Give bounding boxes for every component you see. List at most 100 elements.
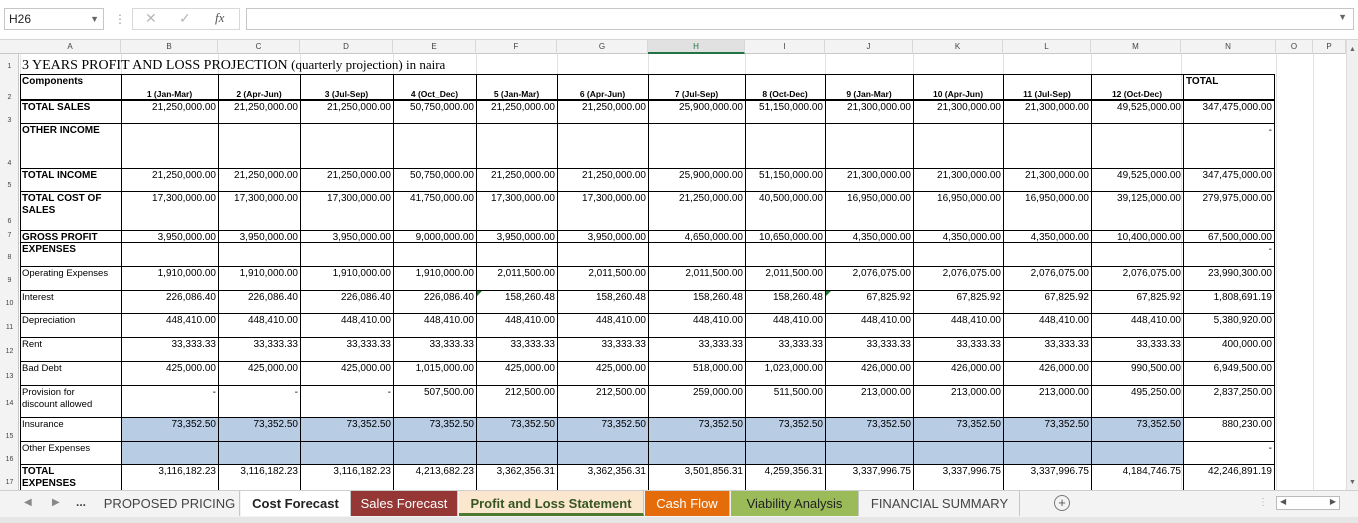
value-cell[interactable]: 511,500.00 <box>745 387 825 399</box>
name-box[interactable]: H26 ▼ <box>4 8 104 30</box>
value-cell[interactable]: 158,260.48 <box>476 292 557 304</box>
value-cell[interactable]: 40,500,000.00 <box>745 193 825 205</box>
value-cell[interactable]: 21,300,000.00 <box>1003 102 1091 114</box>
value-cell[interactable]: 158,260.48 <box>648 292 745 304</box>
value-cell[interactable]: 213,000.00 <box>825 387 913 399</box>
value-cell[interactable]: 226,086.40 <box>121 292 218 304</box>
value-cell[interactable]: 4,184,746.75 <box>1091 466 1183 478</box>
row-header-15[interactable]: 15 <box>0 433 19 440</box>
value-cell[interactable]: 426,000.00 <box>1003 363 1091 375</box>
value-cell[interactable]: 448,410.00 <box>476 315 557 327</box>
value-cell[interactable]: 448,410.00 <box>218 315 300 327</box>
value-cell[interactable]: 226,086.40 <box>218 292 300 304</box>
column-header-o[interactable]: O <box>1276 40 1313 54</box>
value-cell[interactable]: 16,950,000.00 <box>825 193 913 205</box>
value-cell[interactable]: 3,337,996.75 <box>913 466 1003 478</box>
value-cell[interactable]: 73,352.50 <box>1091 419 1183 431</box>
row-header-4[interactable]: 4 <box>0 160 19 167</box>
column-header-j[interactable]: J <box>825 40 913 54</box>
value-cell[interactable]: 21,250,000.00 <box>218 170 300 182</box>
value-cell[interactable]: 2,011,500.00 <box>557 268 648 280</box>
value-cell[interactable]: 1,023,000.00 <box>745 363 825 375</box>
value-cell[interactable]: 33,333.33 <box>218 339 300 351</box>
value-cell[interactable]: 259,000.00 <box>648 387 745 399</box>
value-cell[interactable]: 4,213,682.23 <box>393 466 476 478</box>
column-header-l[interactable]: L <box>1003 40 1091 54</box>
value-cell[interactable]: - <box>218 387 300 399</box>
column-header-k[interactable]: K <box>913 40 1003 54</box>
tab-sales-forecast[interactable]: Sales Forecast <box>351 491 458 516</box>
row-header-1[interactable]: 1 <box>0 63 19 70</box>
value-cell[interactable]: 3,337,996.75 <box>1003 466 1091 478</box>
row-header-8[interactable]: 8 <box>0 254 19 261</box>
row-header-11[interactable]: 11 <box>0 324 19 331</box>
column-header-n[interactable]: N <box>1181 40 1276 54</box>
value-cell[interactable]: 39,125,000.00 <box>1091 193 1183 205</box>
value-cell[interactable]: 33,333.33 <box>913 339 1003 351</box>
value-cell[interactable]: 21,300,000.00 <box>825 170 913 182</box>
value-cell[interactable]: 21,250,000.00 <box>300 102 393 114</box>
value-cell[interactable]: 73,352.50 <box>745 419 825 431</box>
value-cell[interactable]: 3,116,182.23 <box>218 466 300 478</box>
total-cell[interactable]: 880,230.00 <box>1183 419 1274 431</box>
row-header-10[interactable]: 10 <box>0 300 19 307</box>
value-cell[interactable]: 73,352.50 <box>300 419 393 431</box>
total-cell[interactable]: - <box>1183 244 1274 256</box>
value-cell[interactable]: 448,410.00 <box>825 315 913 327</box>
column-header-g[interactable]: G <box>557 40 648 54</box>
value-cell[interactable]: 17,300,000.00 <box>557 193 648 205</box>
value-cell[interactable]: 73,352.50 <box>913 419 1003 431</box>
column-header-e[interactable]: E <box>393 40 476 54</box>
value-cell[interactable]: 21,300,000.00 <box>913 170 1003 182</box>
total-cell[interactable]: 6,949,500.00 <box>1183 363 1274 375</box>
value-cell[interactable]: 33,333.33 <box>648 339 745 351</box>
value-cell[interactable]: 21,250,000.00 <box>648 193 745 205</box>
value-cell[interactable]: 73,352.50 <box>476 419 557 431</box>
value-cell[interactable]: 25,900,000.00 <box>648 170 745 182</box>
row-header-7[interactable]: 7 <box>0 232 19 239</box>
value-cell[interactable]: 990,500.00 <box>1091 363 1183 375</box>
value-cell[interactable]: 1,910,000.00 <box>300 268 393 280</box>
value-cell[interactable]: 51,150,000.00 <box>745 170 825 182</box>
value-cell[interactable]: 3,362,356.31 <box>557 466 648 478</box>
tab-cash-flow[interactable]: Cash Flow <box>645 491 730 516</box>
value-cell[interactable]: 518,000.00 <box>648 363 745 375</box>
tab-proposed-pricing[interactable]: PROPOSED PRICING <box>100 491 240 516</box>
row-header-5[interactable]: 5 <box>0 182 19 189</box>
value-cell[interactable]: 17,300,000.00 <box>121 193 218 205</box>
value-cell[interactable]: 507,500.00 <box>393 387 476 399</box>
value-cell[interactable]: 212,500.00 <box>557 387 648 399</box>
value-cell[interactable]: 73,352.50 <box>648 419 745 431</box>
column-header-p[interactable]: P <box>1313 40 1346 54</box>
value-cell[interactable]: 21,250,000.00 <box>476 102 557 114</box>
value-cell[interactable]: 212,500.00 <box>476 387 557 399</box>
scroll-left-icon[interactable]: ◀ <box>1280 497 1286 506</box>
value-cell[interactable]: 17,300,000.00 <box>476 193 557 205</box>
value-cell[interactable]: 21,250,000.00 <box>218 102 300 114</box>
value-cell[interactable]: 33,333.33 <box>825 339 913 351</box>
value-cell[interactable]: 33,333.33 <box>557 339 648 351</box>
chevron-down-icon[interactable]: ▼ <box>90 9 99 29</box>
value-cell[interactable]: 17,300,000.00 <box>300 193 393 205</box>
cancel-icon[interactable]: ✕ <box>145 10 157 27</box>
value-cell[interactable]: 49,525,000.00 <box>1091 102 1183 114</box>
value-cell[interactable]: 21,250,000.00 <box>300 170 393 182</box>
formula-input[interactable]: ▼ <box>246 8 1354 30</box>
value-cell[interactable]: 51,150,000.00 <box>745 102 825 114</box>
value-cell[interactable]: 2,011,500.00 <box>745 268 825 280</box>
value-cell[interactable]: 33,333.33 <box>476 339 557 351</box>
value-cell[interactable]: 495,250.00 <box>1091 387 1183 399</box>
value-cell[interactable]: 2,011,500.00 <box>648 268 745 280</box>
value-cell[interactable]: 33,333.33 <box>300 339 393 351</box>
tab-scroll-left-icon[interactable]: ◀ <box>24 497 32 508</box>
column-header-h[interactable]: H <box>648 40 745 54</box>
value-cell[interactable]: 448,410.00 <box>1091 315 1183 327</box>
value-cell[interactable]: 448,410.00 <box>557 315 648 327</box>
value-cell[interactable]: 425,000.00 <box>300 363 393 375</box>
column-header-a[interactable]: A <box>20 40 121 54</box>
expand-formula-icon[interactable]: ▼ <box>1338 12 1347 22</box>
value-cell[interactable]: 73,352.50 <box>1003 419 1091 431</box>
total-cell[interactable]: 400,000.00 <box>1183 339 1274 351</box>
total-cell[interactable]: 42,246,891.19 <box>1183 466 1274 478</box>
value-cell[interactable]: 426,000.00 <box>913 363 1003 375</box>
